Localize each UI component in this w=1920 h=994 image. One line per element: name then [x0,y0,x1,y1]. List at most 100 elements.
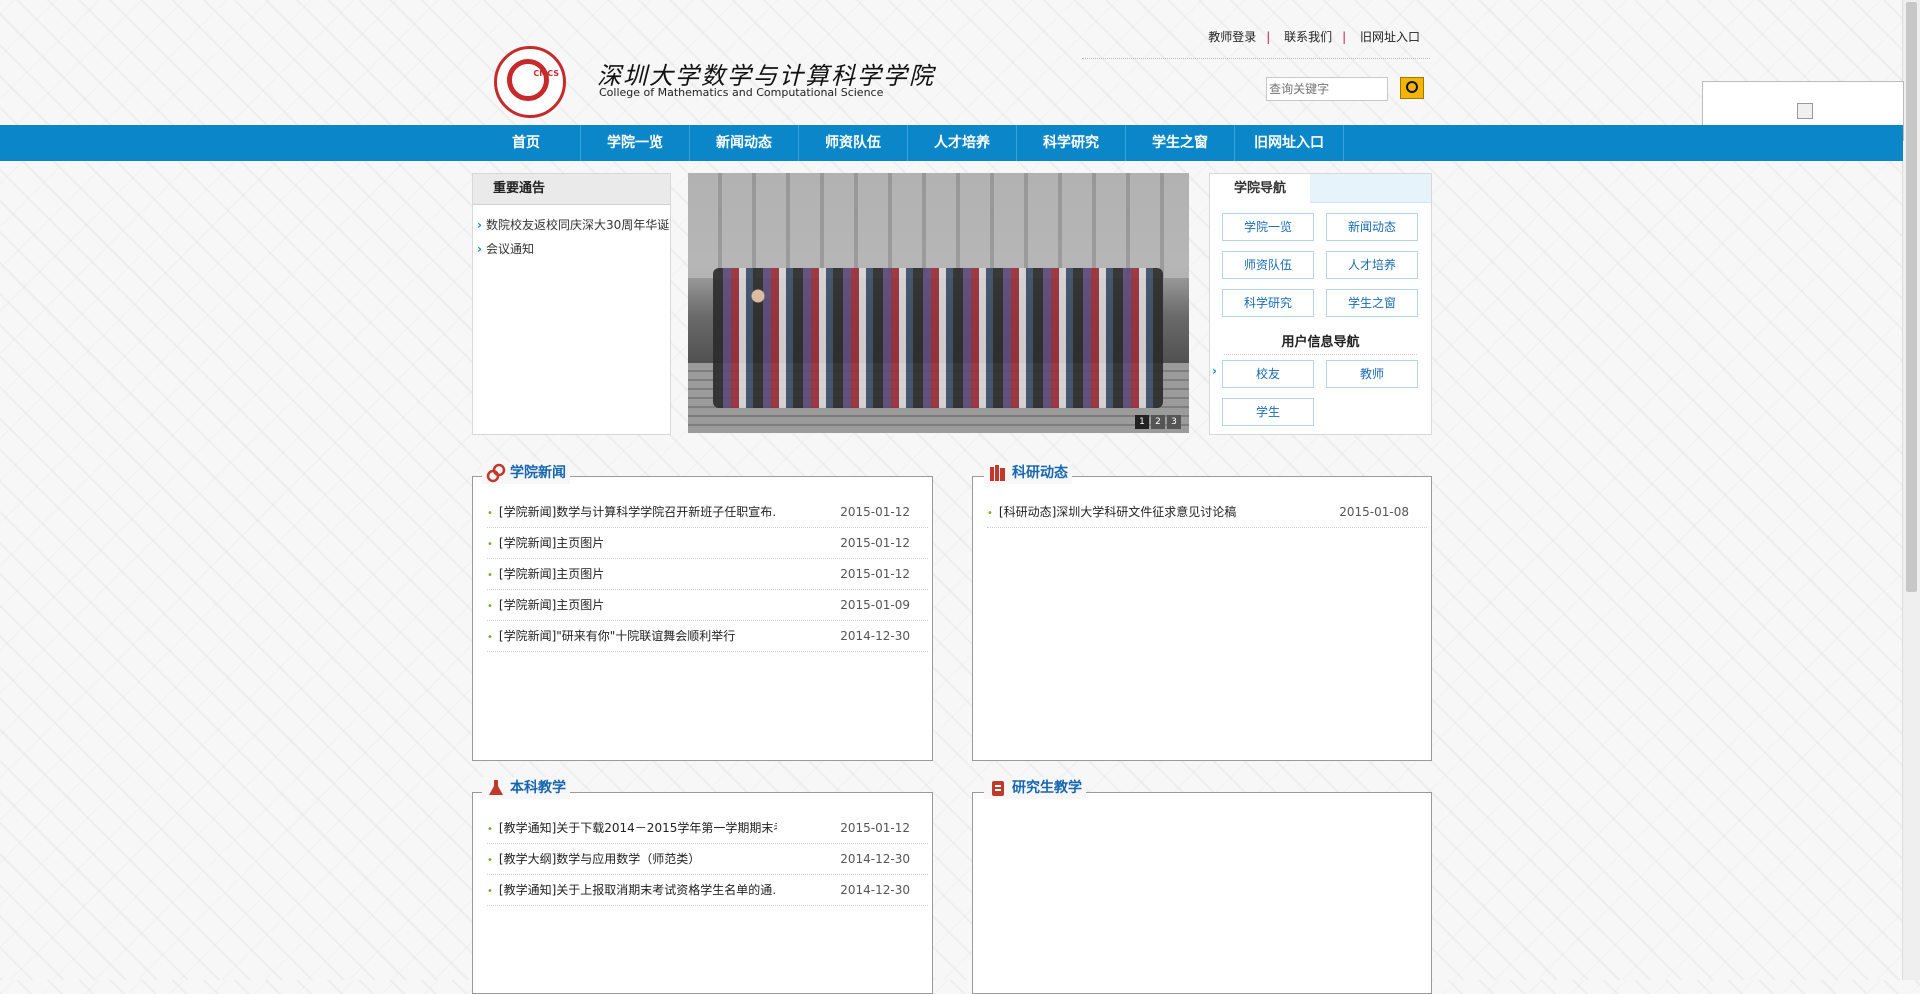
search-bar [1266,76,1424,101]
news-title: [学院新闻]"研来有你"十院联谊舞会顺利举行 [487,621,735,651]
nav-home[interactable]: 首页 [472,125,581,161]
college-nav-panel: 学院导航 学院一览 新闻动态 师资队伍 人才培养 科学研究 学生之窗 用户信息导… [1209,173,1432,435]
news-section: [学院新闻]数学与计算科学学院召开新班子任职宣布… 2015-01-12 [学院新… [472,476,933,761]
slider-page-1[interactable]: 1 [1135,415,1149,429]
news-title: [学院新闻]主页图片 [487,528,604,558]
undergrad-section: [教学通知]关于下载2014－2015学年第一学期期末考…2015-01-12 … [472,792,933,994]
research-section: [科研动态]深圳大学科研文件征求意见讨论稿 2015-01-08 [972,476,1432,761]
news-item[interactable]: [学院新闻]数学与计算科学学院召开新班子任职宣布… 2015-01-12 [487,497,928,528]
news-date: 2014-12-30 [840,629,910,643]
undergrad-section-title[interactable]: 本科教学 [482,777,570,799]
broken-image-icon [1797,103,1813,119]
nav-btn-students[interactable]: 学生之窗 [1326,289,1418,317]
news-item[interactable]: [学院新闻]主页图片 2015-01-09 [487,590,928,621]
notice-list: 数院校友返校同庆深大30周年华诞 会议通知 [473,205,670,261]
undergrad-date: 2014-12-30 [840,852,910,866]
nav-btn-news[interactable]: 新闻动态 [1326,213,1418,241]
notice-item[interactable]: 会议通知 [477,237,670,261]
notice-item[interactable]: 数院校友返校同庆深大30周年华诞 [477,213,670,237]
slider-page-3[interactable]: 3 [1167,415,1181,429]
logo-badge: CMCS [533,69,559,78]
nav-talent[interactable]: 人才培养 [908,125,1017,161]
undergrad-date: 2014-12-30 [840,883,910,897]
college-nav-title: 学院导航 [1210,174,1310,203]
user-btn-student[interactable]: 学生 [1222,398,1314,426]
undergrad-title-text: 本科教学 [510,780,566,796]
photo-crowd [713,268,1163,408]
research-section-title[interactable]: 科研动态 [984,462,1072,484]
undergrad-date: 2015-01-12 [840,821,910,835]
notice-title: 重要通告 [473,174,670,205]
user-btn-teacher[interactable]: 教师 [1326,360,1418,388]
undergrad-item[interactable]: [教学通知]关于上报取消期末考试资格学生名单的通… 2014-12-30 [487,875,928,906]
nav-research[interactable]: 科学研究 [1017,125,1126,161]
graduate-section-title[interactable]: 研究生教学 [984,777,1086,799]
nav-btn-research[interactable]: 科学研究 [1222,289,1314,317]
search-button-icon[interactable] [1400,76,1424,99]
research-title-text: 科研动态 [1012,465,1068,481]
logo-emblem-icon: CMCS [494,46,566,118]
undergrad-title: [教学通知]关于上报取消期末考试资格学生名单的通… [487,875,777,905]
logo-ring [507,59,549,101]
news-section-title[interactable]: 学院新闻 [482,462,570,484]
user-nav-divider [1224,354,1417,355]
nav-btn-faculty[interactable]: 师资队伍 [1222,251,1314,279]
news-title-text: 学院新闻 [510,465,566,481]
college-nav-buttons: 学院一览 新闻动态 师资队伍 人才培养 科学研究 学生之窗 [1210,203,1431,317]
contact-us-link[interactable]: 联系我们 [1274,30,1342,44]
chevron-right-icon: › [1212,364,1217,378]
scrollbar-thumb[interactable] [1906,2,1917,592]
link-separator: | [1266,30,1271,44]
graduate-section [972,792,1432,994]
research-list: [科研动态]深圳大学科研文件征求意见讨论稿 2015-01-08 [987,497,1427,528]
nav-overview[interactable]: 学院一览 [581,125,690,161]
nav-old-site[interactable]: 旧网址入口 [1235,125,1344,161]
photo-slider[interactable]: 1 2 3 [688,173,1189,433]
header-divider [1082,58,1430,59]
user-nav-buttons: 校友 教师 学生 [1210,358,1431,426]
top-links: 教师登录 | 联系我们 | 旧网址入口 [1198,28,1430,45]
link-separator: | [1342,30,1347,44]
undergrad-item[interactable]: [教学通知]关于下载2014－2015学年第一学期期末考… 2015-01-12 [487,813,928,844]
slider-page-2[interactable]: 2 [1151,415,1165,429]
college-nav-header: 学院导航 [1210,174,1431,203]
book-icon [992,781,1004,796]
site-logo[interactable]: CMCS 深圳大学数学与计算科学学院 College of Mathematic… [472,40,933,130]
nav-btn-talent[interactable]: 人才培养 [1326,251,1418,279]
graduate-title-text: 研究生教学 [1012,780,1082,796]
undergrad-list: [教学通知]关于下载2014－2015学年第一学期期末考…2015-01-12 … [487,813,928,906]
news-item[interactable]: [学院新闻]主页图片 2015-01-12 [487,559,928,590]
nav-news[interactable]: 新闻动态 [690,125,799,161]
nav-btn-overview[interactable]: 学院一览 [1222,213,1314,241]
main-navbar: 首页 学院一览 新闻动态 师资队伍 人才培养 科学研究 学生之窗 旧网址入口 [0,125,1903,161]
nav-items: 首页 学院一览 新闻动态 师资队伍 人才培养 科学研究 学生之窗 旧网址入口 [472,125,1344,161]
teacher-login-link[interactable]: 教师登录 [1198,30,1266,44]
news-title: [学院新闻]数学与计算科学学院召开新班子任职宣布… [487,497,777,527]
research-item[interactable]: [科研动态]深圳大学科研文件征求意见讨论稿 2015-01-08 [987,497,1427,528]
flask-icon [489,780,503,795]
books-icon [990,465,1005,481]
group-photo [688,173,1189,433]
notice-panel: 重要通告 数院校友返校同庆深大30周年华诞 会议通知 [472,173,671,435]
slider-pagination: 1 2 3 [1135,415,1181,429]
news-date: 2015-01-12 [840,536,910,550]
nav-students[interactable]: 学生之窗 [1126,125,1235,161]
old-site-link[interactable]: 旧网址入口 [1350,30,1430,44]
research-date: 2015-01-08 [1339,505,1409,519]
nav-faculty[interactable]: 师资队伍 [799,125,908,161]
research-title: [科研动态]深圳大学科研文件征求意见讨论稿 [987,497,1236,527]
news-date: 2015-01-09 [840,598,910,612]
photo-building [688,173,1189,278]
page-scrollbar[interactable] [1902,0,1920,980]
news-title: [学院新闻]主页图片 [487,590,604,620]
news-item[interactable]: [学院新闻]主页图片 2015-01-12 [487,528,928,559]
user-btn-alumni[interactable]: 校友 [1222,360,1314,388]
link-chain-icon [486,463,506,483]
news-list: [学院新闻]数学与计算科学学院召开新班子任职宣布… 2015-01-12 [学院新… [487,497,928,652]
undergrad-item[interactable]: [教学大纲]数学与应用数学（师范类） 2014-12-30 [487,844,928,875]
search-input[interactable] [1266,77,1389,101]
undergrad-title: [教学大纲]数学与应用数学（师范类） [487,844,700,874]
news-item[interactable]: [学院新闻]"研来有你"十院联谊舞会顺利举行 2014-12-30 [487,621,928,652]
undergrad-title: [教学通知]关于下载2014－2015学年第一学期期末考… [487,813,777,843]
user-nav-title: 用户信息导航 [1281,335,1360,350]
